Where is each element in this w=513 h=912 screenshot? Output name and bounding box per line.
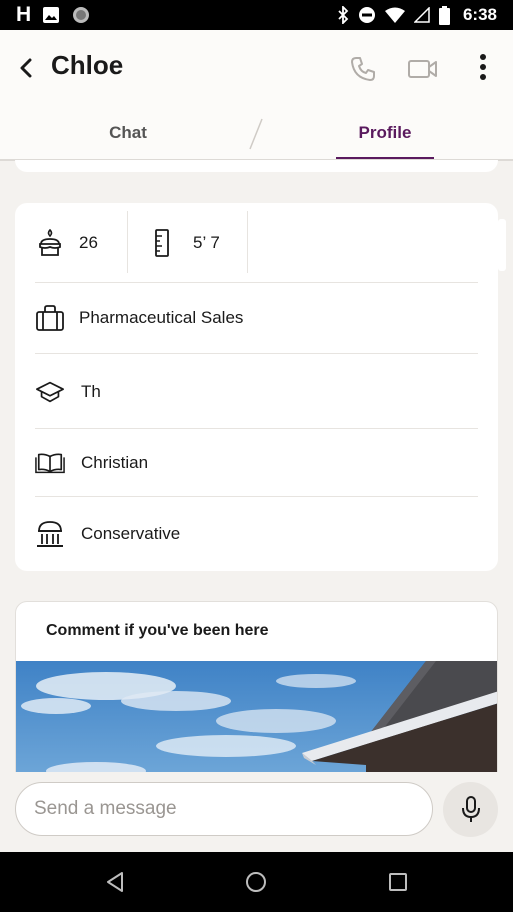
status-bar: H 6:38	[0, 0, 513, 30]
match-name: Chloe	[51, 50, 124, 80]
phone-icon	[351, 57, 375, 81]
age-value: 26	[79, 233, 98, 252]
ruler-icon	[155, 229, 169, 257]
graduation-cap-icon	[36, 381, 64, 402]
side-card-edge	[498, 219, 506, 271]
profile-photo[interactable]	[16, 661, 498, 772]
religion-value: Christian	[81, 453, 149, 472]
stat-divider	[247, 211, 248, 273]
education-value: Th	[81, 381, 101, 401]
prompt-text: Comment if you've been here	[46, 622, 269, 639]
signal-icon	[413, 7, 430, 23]
height-value: 5’ 7	[193, 233, 220, 252]
education-row: Th	[35, 354, 478, 429]
dnd-icon	[358, 7, 375, 23]
capitol-icon	[37, 521, 63, 547]
voice-message-button[interactable]	[443, 782, 498, 837]
politics-row: Conservative	[35, 497, 478, 571]
previous-card	[15, 160, 498, 172]
image-icon	[43, 7, 60, 23]
vitals-card: 26 5’ 7 Pharmaceutical Sales Th Christia…	[15, 203, 498, 571]
battery-icon	[438, 5, 450, 25]
height-stat: 5’ 7	[153, 203, 220, 283]
message-input[interactable]	[15, 782, 433, 836]
hinge-icon: H	[16, 3, 31, 26]
video-call-button[interactable]	[406, 54, 440, 84]
tab-chat[interactable]: Chat	[28, 105, 228, 160]
job-value: Pharmaceutical Sales	[79, 308, 244, 327]
triangle-back-icon	[107, 872, 123, 892]
back-icon	[20, 58, 32, 78]
nav-back-button[interactable]	[100, 867, 130, 897]
religion-row: Christian	[35, 429, 478, 497]
message-composer	[0, 772, 513, 852]
profile-content[interactable]: 26 5’ 7 Pharmaceutical Sales Th Christia…	[0, 160, 513, 772]
age-stat: 26	[37, 203, 98, 283]
bluetooth-icon	[338, 6, 349, 24]
more-options-button[interactable]	[472, 52, 494, 84]
wifi-icon	[384, 7, 405, 23]
briefcase-icon	[36, 305, 64, 331]
square-recents-icon	[389, 873, 407, 891]
chat-header: Chloe Chat Profile	[0, 30, 513, 161]
stat-row: 26 5’ 7	[15, 203, 498, 283]
job-row: Pharmaceutical Sales	[35, 283, 478, 353]
microphone-icon	[461, 795, 480, 822]
video-icon	[408, 60, 437, 78]
call-button[interactable]	[348, 54, 378, 84]
back-button[interactable]	[12, 54, 40, 82]
book-icon	[35, 453, 65, 474]
nav-recents-button[interactable]	[383, 867, 413, 897]
tab-divider	[249, 118, 263, 150]
photo-prompt-card[interactable]: Comment if you've been here	[15, 601, 498, 772]
more-icon	[480, 54, 486, 80]
tab-profile[interactable]: Profile	[336, 105, 434, 160]
politics-value: Conservative	[81, 524, 181, 543]
android-nav-bar	[0, 852, 513, 912]
circle-icon	[73, 7, 90, 23]
status-time: 6:38	[462, 5, 497, 24]
cake-icon	[39, 228, 61, 256]
circle-home-icon	[246, 872, 266, 892]
nav-home-button[interactable]	[241, 867, 271, 897]
stat-divider	[127, 211, 128, 273]
tab-bar: Chat Profile	[0, 105, 513, 160]
